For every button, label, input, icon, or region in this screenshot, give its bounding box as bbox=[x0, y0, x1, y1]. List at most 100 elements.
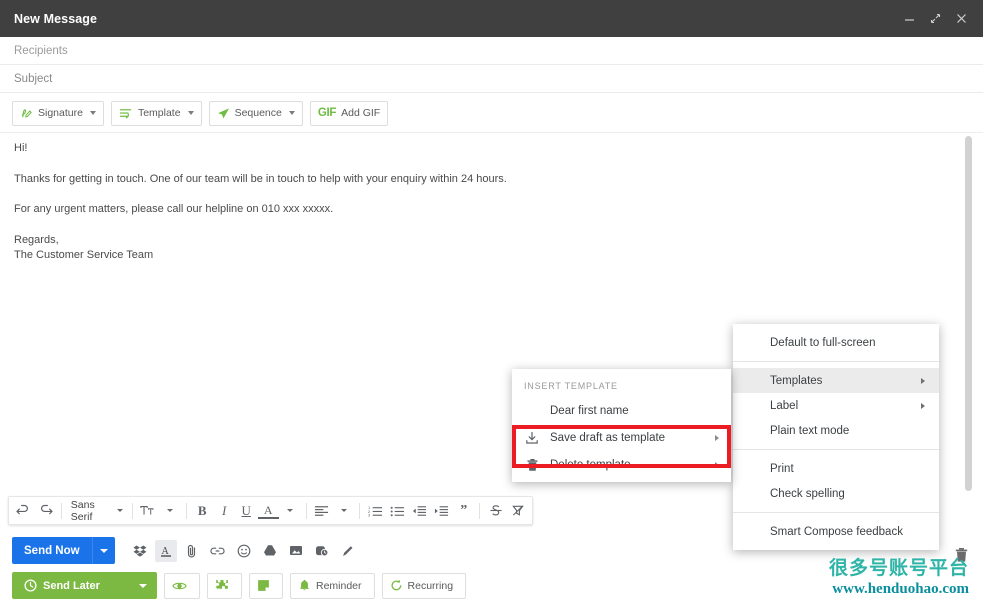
send-later-label: Send Later bbox=[43, 579, 100, 592]
menu-item-plain-text-mode[interactable]: Plain text mode bbox=[733, 418, 939, 443]
notes-button[interactable] bbox=[249, 572, 283, 599]
chevron-right-icon bbox=[715, 461, 719, 468]
toolbar-divider bbox=[185, 502, 187, 519]
dropbox-icon[interactable] bbox=[129, 540, 151, 562]
insert-link-icon[interactable] bbox=[207, 540, 229, 562]
body-signoff: Regards, bbox=[14, 233, 59, 246]
svg-text:A: A bbox=[161, 546, 169, 557]
send-later-button[interactable]: Send Later bbox=[12, 572, 157, 599]
recurring-button[interactable]: Recurring bbox=[381, 572, 467, 599]
template-icon bbox=[119, 107, 133, 120]
underline-icon[interactable]: U bbox=[236, 500, 257, 522]
subject-field[interactable]: Subject bbox=[0, 65, 983, 93]
toolbar-divider bbox=[479, 502, 480, 519]
discard-draft-icon[interactable] bbox=[951, 545, 971, 565]
email-body-text[interactable]: Hi! Thanks for getting in touch. One of … bbox=[0, 133, 983, 264]
insert-photo-icon[interactable] bbox=[285, 540, 307, 562]
insert-drive-icon[interactable] bbox=[259, 540, 281, 562]
menu-item-check-spelling[interactable]: Check spelling bbox=[733, 481, 939, 506]
reminder-label: Reminder bbox=[316, 579, 362, 592]
menu-item-label: Print bbox=[770, 462, 794, 475]
text-color-icon[interactable]: A bbox=[257, 502, 279, 519]
menu-item-label[interactable]: Label bbox=[733, 393, 939, 418]
signature-button[interactable]: Signature bbox=[12, 100, 104, 126]
recipients-placeholder: Recipients bbox=[14, 44, 68, 57]
template-item-dear-first-name[interactable]: Dear first name bbox=[512, 397, 731, 424]
font-family-select[interactable]: Sans Serif bbox=[67, 499, 127, 523]
quote-icon[interactable]: ” bbox=[453, 500, 474, 522]
send-now-label: Send Now bbox=[24, 544, 80, 557]
chevron-down-icon[interactable] bbox=[89, 111, 96, 115]
send-now-button[interactable]: Send Now bbox=[12, 537, 115, 564]
template-item-label: Delete template bbox=[550, 458, 631, 471]
signature-label: Signature bbox=[38, 107, 83, 119]
numbered-list-icon[interactable]: 1 2 3 bbox=[365, 500, 386, 522]
body-scrollbar-thumb[interactable] bbox=[965, 136, 972, 491]
indent-more-icon[interactable] bbox=[431, 500, 452, 522]
minimize-icon[interactable] bbox=[903, 12, 916, 25]
compose-options-menu: Default to full-screen Templates Label P… bbox=[733, 324, 939, 550]
menu-item-print[interactable]: Print bbox=[733, 456, 939, 481]
menu-item-default-full-screen[interactable]: Default to full-screen bbox=[733, 330, 939, 355]
align-icon[interactable] bbox=[311, 500, 332, 522]
menu-item-label: Check spelling bbox=[770, 487, 845, 500]
watermark: 很多号账号平台 www.henduohao.com bbox=[829, 558, 969, 598]
chevron-down-icon[interactable] bbox=[187, 111, 194, 115]
bulleted-list-icon[interactable] bbox=[387, 500, 408, 522]
toolbar-divider bbox=[305, 502, 307, 519]
font-size-icon[interactable] bbox=[138, 500, 159, 522]
reminder-button[interactable]: Reminder bbox=[290, 572, 375, 599]
menu-item-label: Smart Compose feedback bbox=[770, 525, 903, 538]
confidential-mode-icon[interactable] bbox=[311, 540, 333, 562]
menu-item-label: Templates bbox=[770, 374, 823, 387]
body-paragraph-1: Thanks for getting in touch. One of our … bbox=[14, 172, 507, 185]
sequence-button[interactable]: Sequence bbox=[208, 100, 303, 126]
menu-item-label: Default to full-screen bbox=[770, 336, 876, 349]
chevron-down-icon[interactable] bbox=[117, 509, 124, 512]
trash-icon bbox=[524, 458, 540, 472]
menu-item-smart-compose-feedback[interactable]: Smart Compose feedback bbox=[733, 519, 939, 544]
recurring-icon bbox=[390, 579, 403, 592]
redo-icon[interactable] bbox=[35, 500, 56, 522]
chevron-right-icon bbox=[715, 434, 719, 441]
sequence-icon bbox=[217, 107, 230, 120]
clock-icon bbox=[24, 579, 37, 592]
template-item-label: Dear first name bbox=[550, 404, 629, 417]
align-caret[interactable] bbox=[333, 500, 354, 522]
remove-formatting-icon[interactable] bbox=[507, 500, 528, 522]
menu-separator bbox=[733, 512, 939, 513]
puzzle-button[interactable] bbox=[207, 572, 242, 599]
insert-template-submenu: INSERT TEMPLATE Dear first name Save dra… bbox=[512, 369, 731, 482]
tracking-button[interactable] bbox=[164, 572, 200, 599]
add-gif-button[interactable]: GIF Add GIF bbox=[309, 100, 389, 126]
attach-file-icon[interactable] bbox=[181, 540, 203, 562]
font-size-caret[interactable] bbox=[160, 500, 181, 522]
strikethrough-icon[interactable] bbox=[485, 500, 506, 522]
insert-template-header: INSERT TEMPLATE bbox=[524, 381, 618, 391]
bold-icon[interactable]: B bbox=[192, 500, 213, 522]
chevron-down-icon[interactable] bbox=[288, 111, 295, 115]
insert-signature-icon[interactable] bbox=[337, 540, 359, 562]
menu-item-templates[interactable]: Templates bbox=[733, 368, 939, 393]
send-icon-group: A bbox=[129, 539, 359, 562]
chevron-down-icon[interactable] bbox=[139, 583, 147, 588]
sequence-label: Sequence bbox=[234, 107, 282, 119]
indent-less-icon[interactable] bbox=[409, 500, 430, 522]
italic-icon[interactable]: I bbox=[214, 500, 235, 522]
toolbar-divider bbox=[359, 502, 361, 519]
close-icon[interactable] bbox=[955, 12, 968, 25]
signature-icon bbox=[20, 107, 33, 120]
template-item-save-draft-as-template[interactable]: Save draft as template bbox=[512, 424, 731, 451]
template-button[interactable]: Template bbox=[110, 100, 202, 126]
template-item-delete-template[interactable]: Delete template bbox=[512, 451, 731, 478]
send-options-caret[interactable] bbox=[93, 537, 115, 564]
text-color-caret[interactable] bbox=[280, 500, 301, 522]
expand-icon[interactable] bbox=[929, 12, 942, 25]
formatting-options-icon[interactable]: A bbox=[154, 539, 177, 562]
insert-emoji-icon[interactable] bbox=[233, 540, 255, 562]
chevron-right-icon bbox=[921, 377, 925, 384]
notes-icon bbox=[257, 579, 270, 592]
undo-icon[interactable] bbox=[13, 500, 34, 522]
send-row: Send Now A bbox=[12, 537, 359, 564]
recipients-field[interactable]: Recipients bbox=[0, 37, 983, 65]
